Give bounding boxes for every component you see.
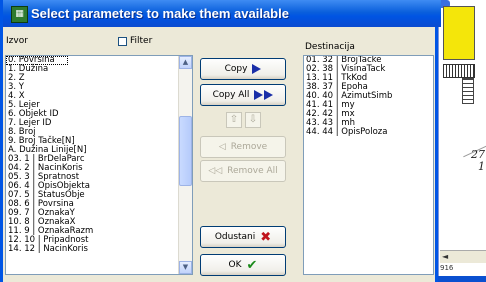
copy-all-button[interactable]: Copy All [200, 84, 286, 106]
cancel-button[interactable]: Odustani ✖ [200, 226, 286, 248]
copy-button[interactable]: Copy [200, 58, 286, 80]
destinacija-list-item[interactable]: 44. 44 | OpisPoloza [304, 128, 433, 137]
remove-button-label: Remove [230, 142, 268, 152]
map-yellow-block [443, 6, 475, 60]
dialog-titlebar[interactable]: ▦ Select parameters to make them availab… [3, 0, 441, 27]
izvor-list-item[interactable]: 14. 12 | NacinKoris [6, 245, 192, 254]
izvor-items: 0. Površina 1. Dužina 2. Z 3. Y 4. X 5. Lejer… [6, 56, 192, 254]
izvor-vertical-scrollbar[interactable]: ▲ ▼ [178, 56, 192, 274]
map-hatch-pattern [443, 64, 475, 78]
destinacija-listbox[interactable]: 01. 32 | BrojTacke 02. 38 | VisinaTack 13.… [303, 55, 434, 275]
remove-all-button[interactable]: ◁◁ Remove All [200, 160, 286, 182]
izvor-list-item[interactable]: 3. Y [6, 83, 192, 92]
destinacija-label: Destinacija [305, 42, 355, 52]
dialog-title: Select parameters to make them available [31, 6, 289, 21]
filter-checkbox[interactable] [118, 37, 127, 46]
arrow-right-icon [254, 90, 264, 100]
cancel-button-label: Odustani [214, 232, 256, 242]
izvor-list-item[interactable]: 2. Z [6, 74, 192, 83]
filter-label: Filter [130, 36, 153, 46]
checkmark-icon: ✔ [246, 257, 258, 273]
copy-all-button-label: Copy All [212, 90, 250, 100]
background-ruler: 916 [440, 264, 486, 274]
move-up-button[interactable]: ⇧ [226, 112, 242, 128]
scroll-left-icon[interactable]: ◄ [442, 252, 448, 261]
app-icon: ▦ [11, 6, 28, 23]
double-arrow-left-icon: ◁◁ [208, 166, 223, 176]
copy-button-label: Copy [224, 64, 248, 74]
scroll-thumb[interactable] [179, 116, 192, 186]
close-icon: ✖ [260, 229, 272, 245]
izvor-list-item[interactable]: 1. Dužina [6, 65, 192, 74]
remove-all-button-label: Remove All [227, 166, 278, 176]
background-taskbar [438, 276, 486, 282]
ok-button-label: OK [228, 260, 242, 270]
arrow-right-icon [252, 64, 262, 74]
scroll-down-icon[interactable]: ▼ [179, 261, 192, 274]
move-down-button[interactable]: ⇩ [245, 112, 261, 128]
ok-button[interactable]: OK ✔ [200, 254, 286, 276]
map-stairs-pattern [462, 78, 474, 104]
background-horizontal-scrollbar[interactable]: ◄ [440, 250, 486, 263]
arrow-left-icon: ◁ [218, 142, 226, 152]
izvor-label: Izvor [6, 36, 28, 46]
map-label-number-2: 1 [478, 160, 485, 173]
remove-button[interactable]: ◁ Remove [200, 136, 286, 158]
destinacija-items: 01. 32 | BrojTacke 02. 38 | VisinaTack 13.… [304, 56, 433, 137]
izvor-listbox[interactable]: 0. Površina 1. Dužina 2. Z 3. Y 4. X 5. Lejer… [5, 55, 193, 275]
scroll-up-icon[interactable]: ▲ [179, 56, 192, 69]
arrow-right-icon [264, 90, 274, 100]
